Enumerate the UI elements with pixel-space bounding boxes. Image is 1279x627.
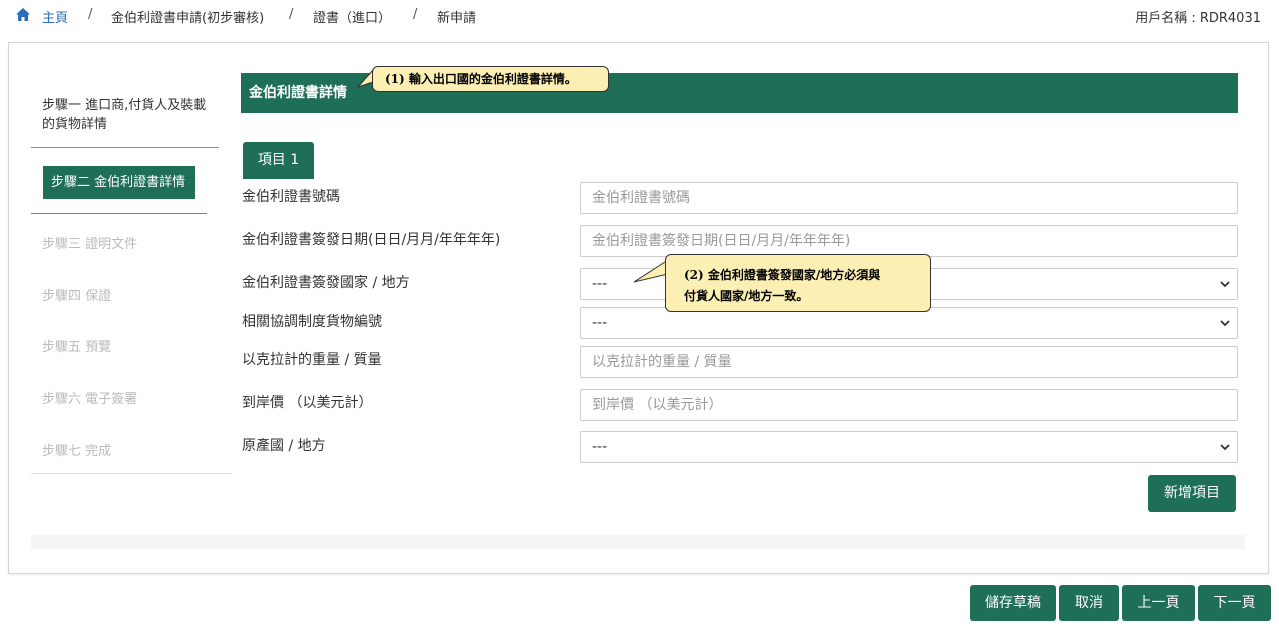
callout-note-2: (2) 金伯利證書簽發國家/地方必須與 付貨人國家/地方一致。 bbox=[665, 254, 931, 312]
user-name: 用戶名稱 : RDR4031 bbox=[1135, 11, 1261, 26]
breadcrumb-item-new: 新申請 bbox=[437, 11, 477, 26]
next-page-button[interactable]: 下一頁 bbox=[1198, 585, 1271, 621]
panel-footer bbox=[31, 535, 1245, 549]
origin-value: --- bbox=[592, 439, 608, 455]
weight-label: 以克拉計的重量 / 質量 bbox=[242, 352, 382, 368]
save-draft-button[interactable]: 儲存草稿 bbox=[970, 585, 1056, 621]
step-7: 步驟七 完成 bbox=[42, 444, 112, 459]
issue-date-input[interactable]: 金伯利證書簽發日期(日日/月月/年年年年) bbox=[580, 225, 1238, 257]
origin-select[interactable]: --- bbox=[580, 431, 1238, 463]
origin-label: 原產國 / 地方 bbox=[242, 438, 326, 454]
breadcrumb-item-application[interactable]: 金伯利證書申請(初步審核) bbox=[111, 7, 264, 26]
issue-date-label: 金伯利證書簽發日期(日日/月月/年年年年) bbox=[242, 232, 501, 248]
prev-page-button[interactable]: 上一頁 bbox=[1122, 585, 1195, 621]
breadcrumb-separator: / bbox=[88, 7, 93, 22]
issue-country-value: --- bbox=[592, 276, 608, 292]
step-divider bbox=[31, 213, 207, 214]
chevron-down-icon bbox=[1220, 320, 1230, 327]
callout-note-1: (1) 輸入出口國的金伯利證書詳情。 bbox=[372, 66, 609, 92]
breadcrumb-home-link[interactable]: 主頁 bbox=[42, 7, 68, 26]
add-item-button[interactable]: 新增項目 bbox=[1148, 475, 1236, 512]
step-2-active[interactable]: 步驟二 金伯利證書詳情 bbox=[43, 166, 195, 199]
weight-input[interactable]: 以克拉計的重量 / 質量 bbox=[580, 346, 1238, 378]
cert-no-label: 金伯利證書號碼 bbox=[242, 189, 340, 205]
step-divider bbox=[31, 147, 219, 148]
cif-input[interactable]: 到岸價 （以美元計） bbox=[580, 389, 1238, 421]
cert-no-input[interactable]: 金伯利證書號碼 bbox=[580, 182, 1238, 214]
breadcrumb: 主頁 / 金伯利證書申請(初步審核) / 證書（進口） / 新申請 用戶名稱 :… bbox=[0, 0, 1279, 32]
cancel-button[interactable]: 取消 bbox=[1059, 585, 1119, 621]
callout-note-2-line2: 付貨人國家/地方一致。 bbox=[684, 289, 809, 303]
home-icon[interactable] bbox=[15, 7, 31, 23]
step-6: 步驟六 電子簽署 bbox=[42, 392, 138, 407]
step-divider bbox=[31, 473, 232, 474]
step-3: 步驟三 證明文件 bbox=[42, 237, 138, 252]
step-4: 步驟四 保證 bbox=[42, 289, 112, 304]
issue-country-label: 金伯利證書簽發國家 / 地方 bbox=[242, 275, 410, 291]
breadcrumb-item-certificate[interactable]: 證書（進口） bbox=[313, 7, 391, 26]
callout-note-2-line1: (2) 金伯利證書簽發國家/地方必須與 bbox=[684, 268, 881, 282]
item-tab-1[interactable]: 項目 1 bbox=[243, 142, 314, 179]
step-5: 步驟五 預覽 bbox=[42, 340, 112, 355]
breadcrumb-separator: / bbox=[289, 7, 294, 22]
hs-code-value: --- bbox=[592, 315, 608, 331]
chevron-down-icon bbox=[1220, 281, 1230, 288]
step-1[interactable]: 步驟一 進口商,付貨人及裝載的貨物詳情 bbox=[42, 96, 217, 134]
chevron-down-icon bbox=[1220, 444, 1230, 451]
hs-code-label: 相關協調制度貨物編號 bbox=[242, 314, 382, 330]
cif-label: 到岸價 （以美元計） bbox=[242, 395, 373, 411]
breadcrumb-separator: / bbox=[413, 7, 418, 22]
